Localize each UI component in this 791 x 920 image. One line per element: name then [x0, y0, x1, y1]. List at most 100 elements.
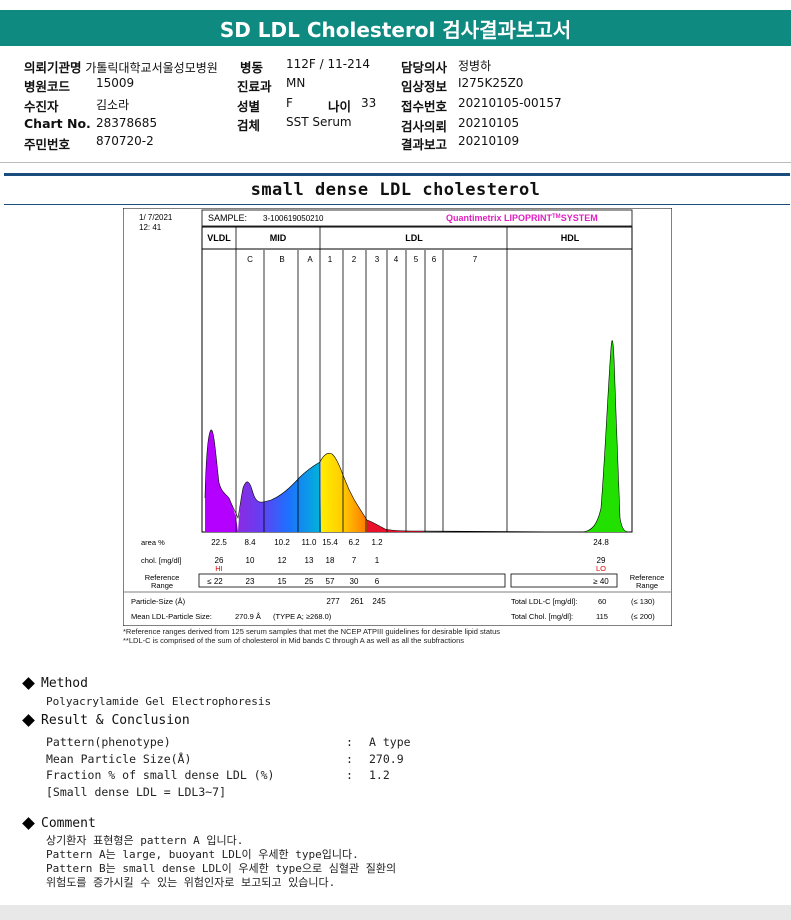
mean-size-label: Mean LDL-Particle Size:	[131, 612, 212, 621]
info-sex-value: F	[286, 96, 293, 110]
area-hdl: 24.8	[593, 538, 609, 547]
mean-size-value: 270.9 Å	[235, 612, 261, 621]
result-colon: :	[346, 735, 353, 749]
chol-a: 13	[305, 556, 314, 565]
result-row-label: Fraction % of small dense LDL (%)	[46, 768, 275, 782]
info-report-date-value: 20210109	[458, 134, 520, 148]
info-doctor-value: 정병하	[458, 59, 492, 73]
ref-a: 25	[305, 577, 314, 586]
ref-hdl: ≥ 40	[593, 577, 609, 586]
total-chol-value: 115	[596, 612, 608, 621]
info-chart-no-value: 28378685	[96, 116, 158, 130]
divider-thick	[4, 173, 790, 176]
mean-size-type: (TYPE A; ≥268.0)	[273, 612, 332, 621]
band-c: C	[247, 255, 253, 264]
flag-lo: LO	[596, 564, 606, 573]
particle-size-3: 245	[372, 597, 386, 606]
result-row-label: Mean Particle Size(Å)	[46, 752, 192, 766]
chol-row-label: chol. [mg/dl]	[141, 556, 181, 565]
ref-c: 23	[246, 577, 255, 586]
ref-vldl: ≤ 22	[207, 577, 223, 586]
info-sex: 성별	[237, 99, 261, 114]
report-title: SD LDL Cholesterol 검사결과보고서	[0, 10, 791, 46]
info-patient: 수진자	[24, 99, 59, 114]
info-ward-value: 112F / 11-214	[286, 57, 370, 71]
sample-label: SAMPLE:	[208, 213, 247, 223]
ref-ldl1: 57	[326, 577, 335, 586]
particle-size-2: 261	[350, 597, 364, 606]
info-dept: 진료과	[237, 79, 272, 94]
comment-line: 위험도를 증가시킬 수 있는 위험인자로 보고되고 있습니다.	[46, 876, 336, 889]
result-colon: :	[346, 752, 353, 766]
report-date: 1/ 7/2021	[139, 213, 173, 222]
band-5: 5	[414, 255, 419, 264]
info-request-date: 검사의뢰	[401, 119, 448, 134]
lipoprint-report: 1/ 7/2021 12: 41 SAMPLE: 3-100619050210 …	[123, 208, 672, 626]
divider	[0, 162, 791, 163]
divider-thin	[4, 204, 790, 205]
result-row-label: Pattern(phenotype)	[46, 735, 171, 749]
chol-c: 10	[246, 556, 255, 565]
info-specimen: 검체	[237, 118, 261, 133]
ref-label-2: Range	[151, 581, 173, 590]
flag-hi: HI	[215, 564, 223, 573]
info-request-date-value: 20210105	[458, 116, 520, 130]
particle-size-label: Particle-Size (Å)	[131, 597, 186, 606]
total-ldl-ref: (≤ 130)	[631, 597, 655, 606]
info-hospital: 의뢰기관명 가톨릭대학교서울성모병원	[24, 60, 218, 75]
band-7: 7	[473, 255, 478, 264]
group-mid: MID	[270, 233, 287, 243]
area-ldl3: 1.2	[371, 538, 383, 547]
total-chol-ref: (≤ 200)	[631, 612, 655, 621]
info-report-date: 결과보고	[401, 137, 448, 152]
info-chart-no: Chart No.	[24, 116, 91, 131]
total-chol-label: Total Chol. [mg/dl]:	[511, 612, 573, 621]
total-ldl-value: 60	[598, 597, 606, 606]
info-clinical-value: I275K25Z0	[458, 76, 524, 90]
diamond-bullet-icon	[22, 714, 35, 727]
info-hospital-code: 병원코드	[24, 79, 71, 94]
info-ward: 병동	[240, 60, 264, 75]
method-heading: Method	[22, 676, 88, 691]
result-colon: :	[346, 768, 353, 782]
diamond-bullet-icon	[22, 677, 35, 690]
ref-label-right-2: Range	[636, 581, 658, 590]
info-age-value: 33	[361, 96, 377, 110]
result-row-value: 270.9	[369, 752, 404, 766]
area-b: 10.2	[274, 538, 290, 547]
bottom-bar	[0, 905, 791, 920]
info-resident-no: 주민번호	[24, 137, 71, 152]
band-2: 2	[352, 255, 357, 264]
total-ldl-label: Total LDL-C [mg/dl]:	[511, 597, 577, 606]
result-row-value: 1.2	[369, 768, 390, 782]
sample-id: 3-100619050210	[263, 214, 324, 223]
ref-b: 15	[278, 577, 287, 586]
comment-heading: Comment	[22, 816, 96, 831]
info-age: 나이	[328, 99, 352, 114]
band-4: 4	[394, 255, 399, 264]
result-note: [Small dense LDL = LDL3~7]	[46, 785, 227, 799]
band-3: 3	[375, 255, 380, 264]
chol-ldl2: 7	[352, 556, 357, 565]
band-6: 6	[432, 255, 437, 264]
group-vldl: VLDL	[207, 233, 231, 243]
area-row-label: area %	[141, 538, 165, 547]
result-row-value: A type	[369, 735, 411, 749]
report-frame	[123, 208, 672, 626]
ref-ldl3: 6	[375, 577, 380, 586]
info-specimen-value: SST Serum	[286, 115, 352, 129]
info-accession-value: 20210105-00157	[458, 96, 562, 110]
area-vldl: 22.5	[211, 538, 227, 547]
info-patient-value: 김소라	[96, 98, 130, 112]
footnote-1: *Reference ranges derived from 125 serum…	[123, 627, 500, 636]
chol-b: 12	[278, 556, 287, 565]
info-accession: 접수번호	[401, 99, 448, 114]
result-heading: Result & Conclusion	[22, 713, 190, 728]
area-ldl2: 6.2	[348, 538, 360, 547]
band-a: A	[307, 255, 313, 264]
method-text: Polyacrylamide Gel Electrophoresis	[46, 695, 272, 708]
group-ldl: LDL	[405, 233, 423, 243]
brand-logo: Quantimetrix LIPOPRINTTMSYSTEM	[446, 213, 598, 223]
footnote-2: **LDL-C is comprised of the sum of chole…	[123, 636, 465, 645]
particle-size-1: 277	[326, 597, 340, 606]
